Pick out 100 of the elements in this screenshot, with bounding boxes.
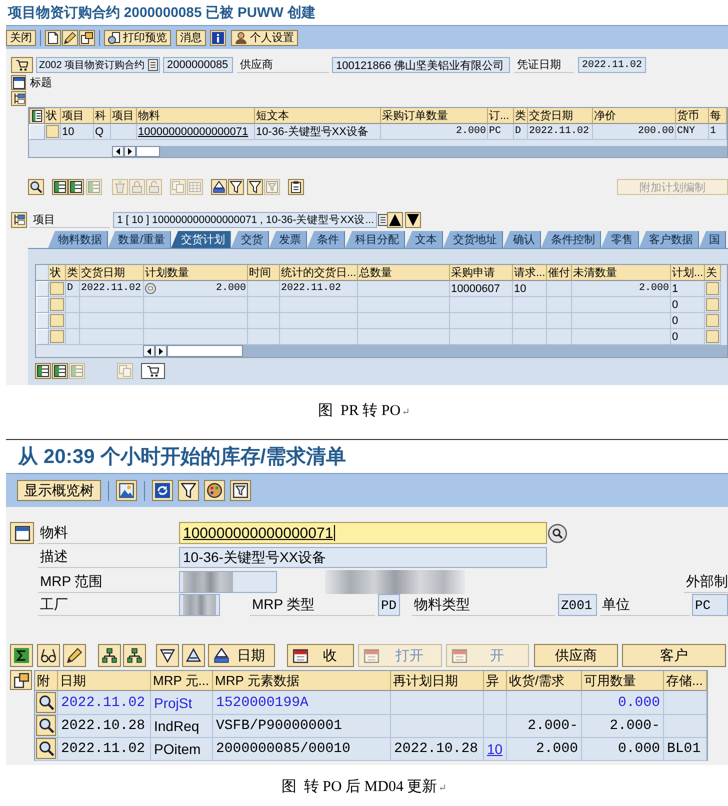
tab[interactable]: 条件控制 bbox=[541, 231, 602, 248]
clipboard-button[interactable] bbox=[288, 179, 304, 195]
column-header[interactable]: 类 bbox=[514, 108, 528, 124]
tree-button[interactable] bbox=[11, 212, 27, 228]
column-header[interactable]: 采购订单数量 bbox=[381, 108, 488, 124]
filter-button[interactable] bbox=[178, 480, 199, 501]
column-header[interactable]: 项目 bbox=[111, 108, 137, 124]
tab[interactable]: 客户数据 bbox=[639, 231, 700, 248]
tab[interactable]: 零售 bbox=[601, 231, 640, 248]
glasses-button[interactable] bbox=[37, 644, 60, 667]
palette-button[interactable] bbox=[204, 480, 225, 501]
details-button[interactable] bbox=[36, 715, 56, 736]
hierarchy-button[interactable] bbox=[123, 644, 146, 667]
triangle-down-button[interactable] bbox=[405, 212, 421, 228]
view-button[interactable]: 供应商 bbox=[534, 644, 618, 667]
table-settings-button[interactable] bbox=[29, 108, 45, 124]
tab[interactable]: 文本 bbox=[405, 231, 444, 248]
material-field[interactable]: 100000000000000071 bbox=[179, 522, 547, 544]
cart-button[interactable] bbox=[141, 363, 165, 379]
search-icon[interactable] bbox=[548, 524, 567, 542]
list-icon[interactable] bbox=[146, 59, 159, 71]
close-button[interactable]: 关闭 bbox=[6, 30, 36, 46]
unit-field[interactable]: PC bbox=[692, 594, 728, 616]
column-header[interactable]: 状 bbox=[45, 108, 61, 124]
scroll-left-button[interactable] bbox=[143, 345, 155, 357]
column-header[interactable]: 关 bbox=[705, 265, 721, 281]
table-button[interactable] bbox=[52, 179, 68, 195]
scroll-right-button[interactable] bbox=[155, 345, 167, 357]
refresh-button[interactable] bbox=[152, 480, 173, 501]
triangle-up-button[interactable] bbox=[387, 212, 403, 228]
triangle-up-button[interactable] bbox=[182, 644, 205, 667]
cart-button[interactable] bbox=[11, 57, 33, 73]
column-header[interactable]: MRP 元素数据 bbox=[213, 671, 391, 691]
windows-button[interactable] bbox=[79, 30, 95, 46]
column-header[interactable]: 统计的交货日... bbox=[280, 265, 358, 281]
picture-button[interactable] bbox=[116, 480, 137, 501]
description-field[interactable]: 10-36-关键型号XX设备 bbox=[179, 547, 547, 568]
column-header[interactable]: 类 bbox=[66, 265, 80, 281]
tab[interactable]: 数量/重量 bbox=[108, 231, 172, 248]
sum-button[interactable] bbox=[10, 644, 33, 667]
tab[interactable]: 国 bbox=[699, 231, 726, 248]
vendor-field[interactable]: 100121866 佛山坚美铝业有限公司 bbox=[332, 57, 510, 73]
column-header[interactable]: MRP 元... bbox=[151, 671, 213, 691]
column-header[interactable]: 项目 bbox=[61, 108, 94, 124]
tab[interactable]: 条件 bbox=[307, 231, 346, 248]
window-button[interactable] bbox=[11, 75, 26, 90]
triangle-down-button[interactable] bbox=[156, 644, 179, 667]
filter-button[interactable] bbox=[228, 179, 244, 195]
column-header[interactable]: 状 bbox=[49, 265, 66, 281]
details-button[interactable] bbox=[36, 692, 56, 713]
filter-box-button[interactable] bbox=[230, 480, 251, 501]
tab[interactable]: 确认 bbox=[503, 231, 542, 248]
column-header[interactable]: 交货日期 bbox=[528, 108, 593, 124]
column-header[interactable]: 订... bbox=[488, 108, 514, 124]
column-header[interactable]: 可用数量 bbox=[582, 671, 664, 691]
column-header[interactable]: 催付 bbox=[547, 265, 572, 281]
tree-button[interactable] bbox=[11, 91, 26, 106]
print-preview-button[interactable]: 打印预览 bbox=[104, 30, 171, 46]
view-button[interactable]: 收 bbox=[287, 644, 354, 667]
column-header[interactable]: 异 bbox=[484, 671, 507, 691]
column-header[interactable]: 计划数量 bbox=[144, 265, 248, 281]
pencil-button[interactable] bbox=[63, 644, 86, 667]
column-header[interactable]: 每 bbox=[709, 108, 727, 124]
column-header[interactable]: 计划... bbox=[671, 265, 705, 281]
overview-tree-button[interactable]: 显示概览树 bbox=[17, 480, 101, 501]
messages-button[interactable]: 消息 bbox=[176, 30, 206, 46]
date-field[interactable]: 2022.11.02 bbox=[578, 57, 646, 73]
window-button[interactable] bbox=[10, 522, 34, 544]
column-header[interactable]: 日期 bbox=[58, 671, 151, 691]
tab[interactable]: 发票 bbox=[269, 231, 308, 248]
hierarchy-button[interactable] bbox=[98, 644, 121, 667]
column-header[interactable]: 存储... bbox=[664, 671, 707, 691]
order-type-dropdown[interactable]: Z002 项目物资订购合约 bbox=[36, 57, 160, 73]
column-header[interactable]: 短文本 bbox=[255, 108, 381, 124]
table-button[interactable] bbox=[52, 363, 68, 379]
search-button[interactable] bbox=[28, 179, 44, 195]
filter-button[interactable] bbox=[247, 179, 263, 195]
tab[interactable]: 物料数据 bbox=[48, 231, 108, 248]
page-button[interactable] bbox=[45, 30, 61, 46]
column-header[interactable]: 采购申请 bbox=[450, 265, 513, 281]
column-header[interactable]: 时间 bbox=[248, 265, 280, 281]
column-header[interactable]: 未清数量 bbox=[572, 265, 671, 281]
list-icon[interactable] bbox=[377, 214, 389, 226]
view-button[interactable]: 客户 bbox=[622, 644, 726, 667]
info-button[interactable] bbox=[210, 30, 226, 46]
table-button[interactable] bbox=[68, 179, 84, 195]
tab[interactable]: 交货 bbox=[231, 231, 270, 248]
column-header[interactable]: 货币 bbox=[676, 108, 709, 124]
table-link[interactable]: 10 bbox=[487, 740, 503, 756]
column-header[interactable]: 附 bbox=[35, 671, 58, 691]
tab[interactable]: 科目分配 bbox=[345, 231, 406, 248]
scroll-left-button[interactable] bbox=[112, 146, 124, 157]
tab[interactable]: 交货计划 bbox=[171, 231, 232, 248]
column-header[interactable]: 再计划日期 bbox=[391, 671, 484, 691]
view-button[interactable]: 日期 bbox=[208, 644, 275, 667]
table-button[interactable] bbox=[35, 363, 51, 379]
details-button[interactable] bbox=[36, 738, 56, 759]
windows-button[interactable] bbox=[10, 670, 32, 690]
order-number-field[interactable]: 2000000085 bbox=[163, 57, 233, 73]
column-header[interactable]: 净价 bbox=[593, 108, 676, 124]
